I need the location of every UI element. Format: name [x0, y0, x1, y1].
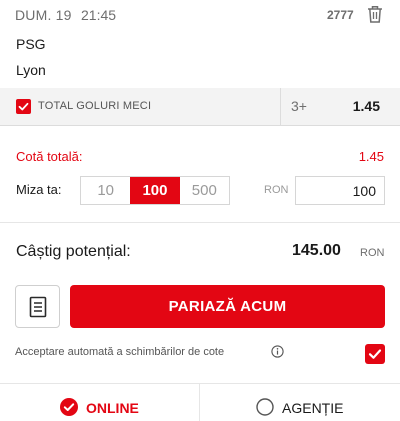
auto-accept-checkbox[interactable]: [365, 344, 385, 364]
selection-divider: [280, 88, 281, 126]
stake-preset-100[interactable]: 100: [130, 177, 180, 204]
tab-online[interactable]: ONLINE: [0, 384, 199, 421]
selection-outcome: 3+: [291, 98, 307, 114]
section-divider: [0, 222, 400, 223]
betting-mode-tabs: ONLINE AGENȚIE: [0, 383, 400, 421]
document-icon: [29, 296, 47, 318]
selection-checkbox[interactable]: [16, 99, 31, 114]
stake-presets: 10 100 500: [80, 176, 230, 205]
stake-preset-500[interactable]: 500: [180, 177, 229, 204]
home-team: PSG: [16, 36, 46, 52]
place-bet-button[interactable]: PARIAZĂ ACUM: [70, 285, 385, 328]
stake-label: Miza ta:: [16, 182, 62, 197]
stake-preset-10[interactable]: 10: [81, 177, 130, 204]
potential-win-value: 145.00: [292, 242, 341, 259]
total-odds-label: Cotă totală:: [16, 149, 83, 164]
trash-icon[interactable]: [366, 4, 384, 24]
checkmark-icon: [368, 349, 382, 359]
radio-circle-icon: [256, 398, 274, 416]
info-icon[interactable]: [271, 345, 284, 358]
checkmark-icon: [18, 102, 29, 111]
match-date: DUM. 19: [15, 7, 72, 23]
bet-header: DUM. 19 21:45 2777: [0, 0, 400, 32]
match-code: 2777: [327, 8, 354, 22]
potential-win-currency: RON: [360, 247, 385, 259]
stake-input[interactable]: [295, 176, 385, 205]
tab-agency[interactable]: AGENȚIE: [200, 384, 399, 421]
betslip-details-button[interactable]: [15, 285, 60, 328]
away-team: Lyon: [16, 62, 46, 78]
potential-win-label: Câștig potențial:: [16, 243, 131, 260]
market-name: TOTAL GOLURI MECI: [38, 100, 152, 112]
match-time: 21:45: [81, 7, 117, 23]
bet-selection-row: TOTAL GOLURI MECI 3+ 1.45: [0, 88, 400, 126]
tab-agency-label: AGENȚIE: [282, 400, 344, 416]
check-circle-icon: [60, 398, 78, 416]
total-odds-value: 1.45: [358, 149, 384, 164]
auto-accept-label: Acceptare automată a schimbărilor de cot…: [15, 346, 225, 358]
selection-odds: 1.45: [352, 98, 380, 114]
stake-currency: RON: [264, 184, 289, 196]
tab-online-label: ONLINE: [86, 400, 139, 416]
